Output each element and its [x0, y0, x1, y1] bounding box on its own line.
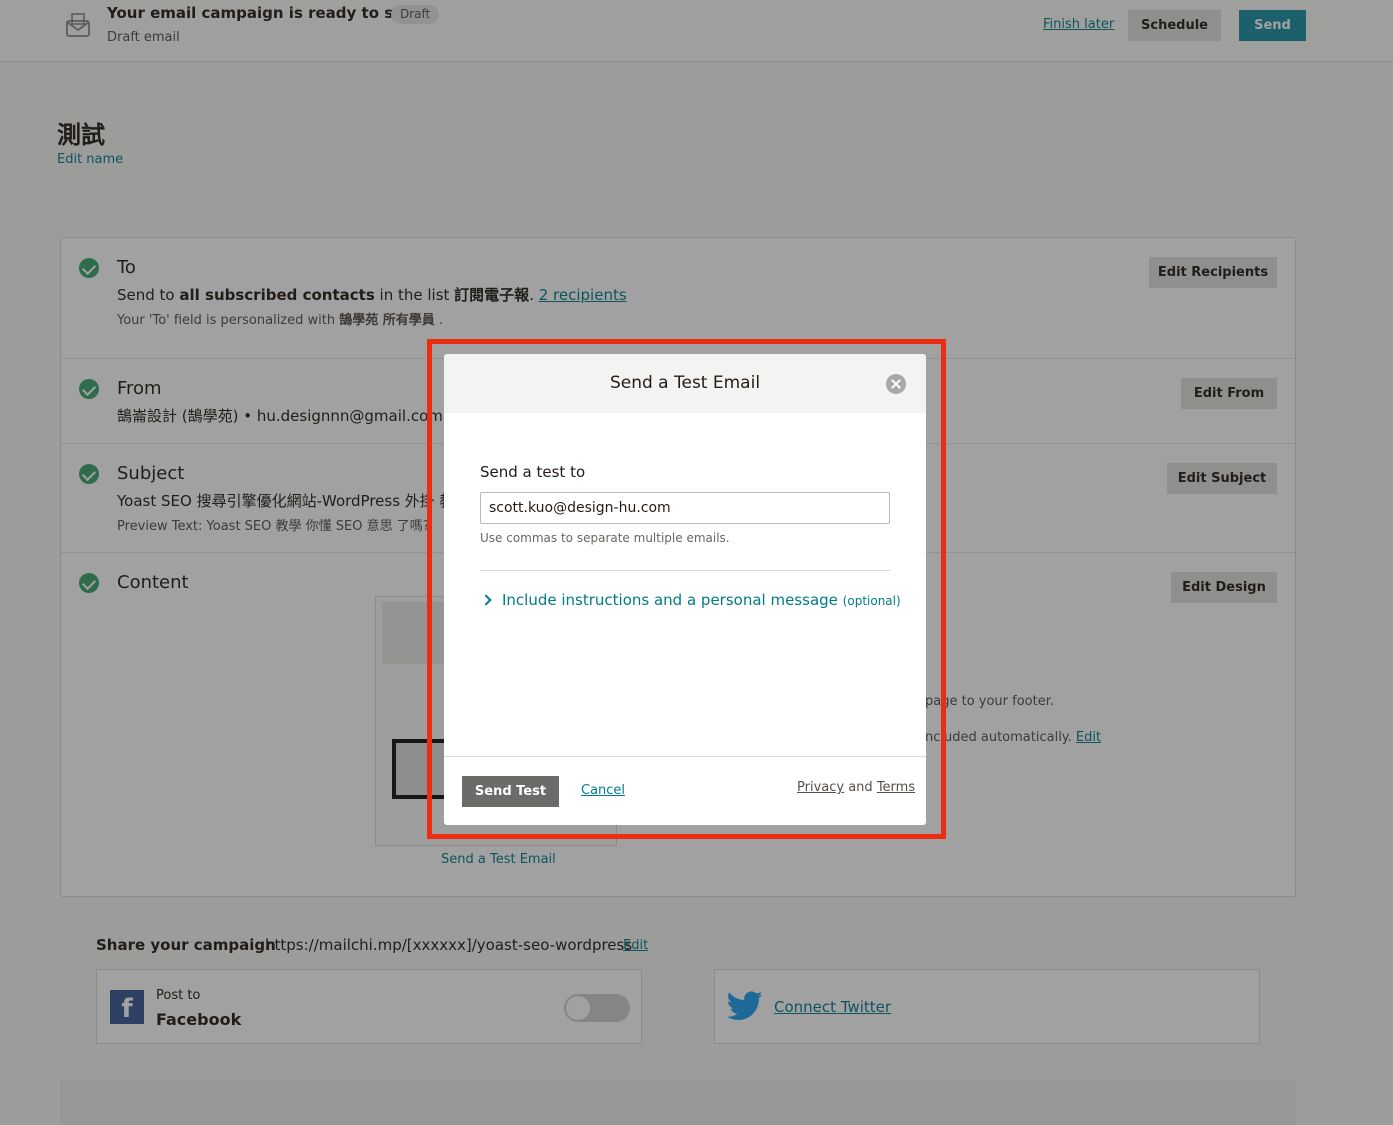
cancel-link[interactable]: Cancel [581, 783, 625, 798]
privacy-link[interactable]: Privacy [797, 780, 844, 795]
chevron-right-icon [480, 594, 492, 606]
personal-message-expander[interactable]: Include instructions and a personal mess… [480, 591, 901, 609]
terms-link[interactable]: Terms [877, 780, 915, 795]
legal-links: Privacy and Terms [797, 780, 915, 795]
test-email-input[interactable] [480, 492, 890, 524]
modal-footer-divider [444, 756, 926, 757]
send-test-to-label: Send a test to [480, 463, 586, 481]
expander-label: Include instructions and a personal mess… [502, 591, 838, 609]
divider [480, 570, 890, 571]
modal-header: Send a Test Email [444, 354, 926, 413]
modal-title: Send a Test Email [609, 373, 761, 393]
optional-label: (optional) [842, 594, 901, 608]
help-text: Use commas to separate multiple emails. [480, 531, 730, 545]
and-text: and [848, 780, 873, 795]
send-test-email-modal: Send a Test Email Send a test to Use com… [444, 354, 926, 825]
send-test-button[interactable]: Send Test [462, 776, 559, 807]
close-icon[interactable] [886, 374, 906, 394]
